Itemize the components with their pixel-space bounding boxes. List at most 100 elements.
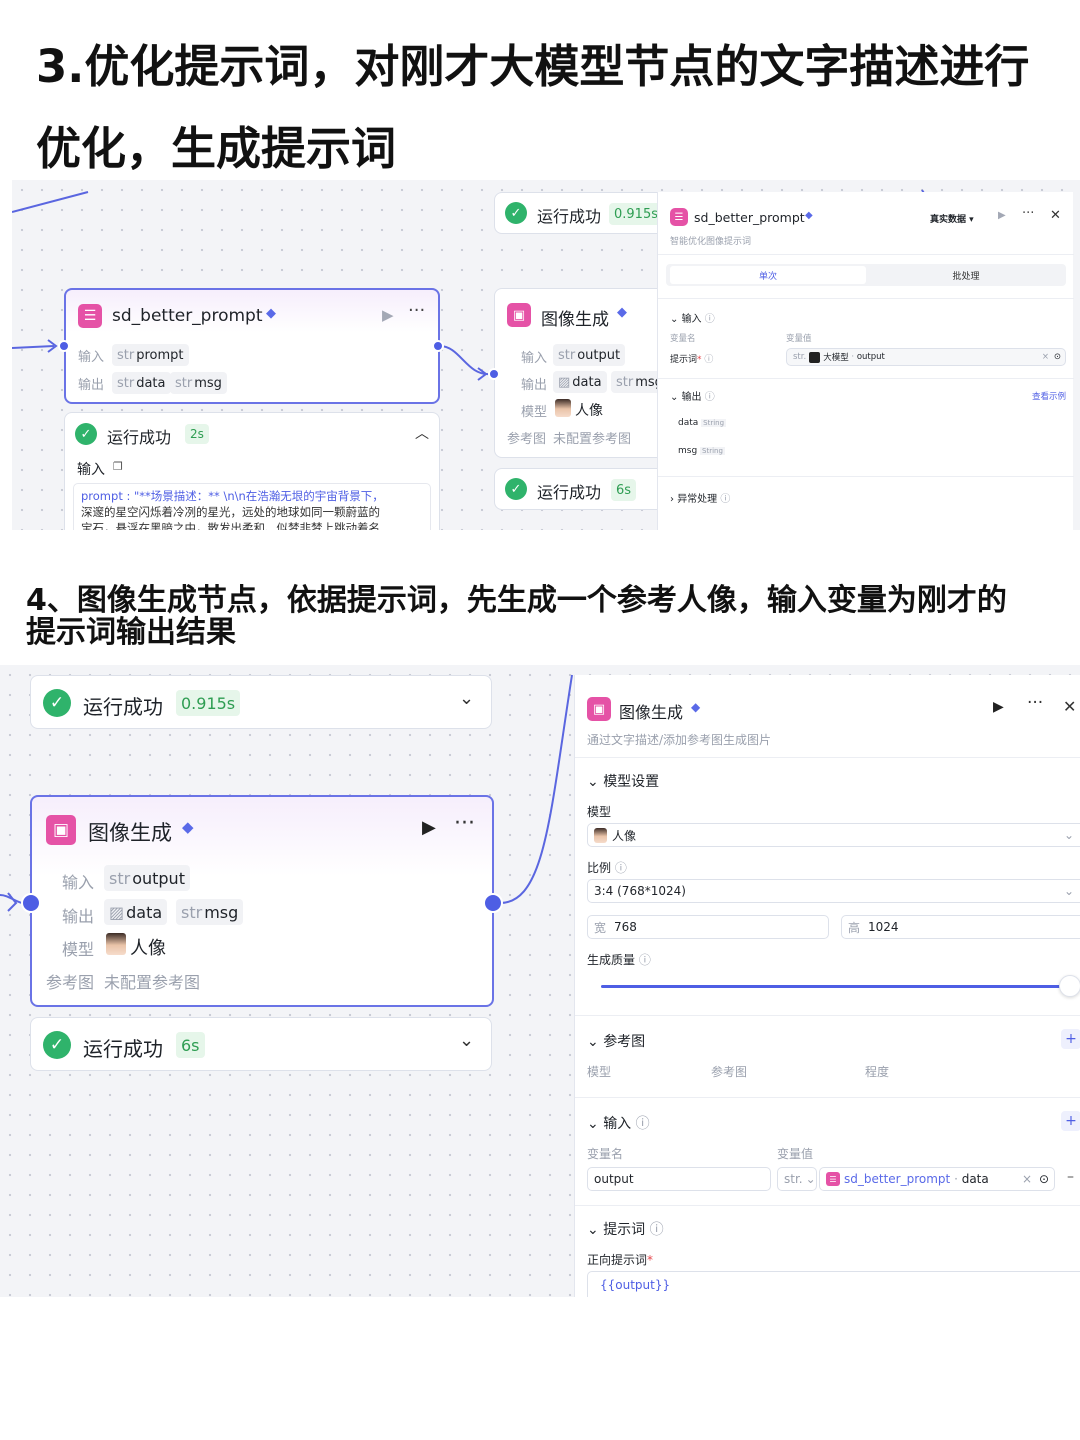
- divider: [575, 1015, 1080, 1016]
- prompt-text-line: 深邃的星空闪烁着冷冽的星光，远处的地球如同一颗蔚蓝的: [81, 505, 380, 519]
- run-node-button[interactable]: ▶: [382, 306, 394, 324]
- close-icon[interactable]: ✕: [1063, 697, 1076, 716]
- reference-label: 参考图: [507, 432, 547, 447]
- run-node-button[interactable]: ▶: [422, 817, 436, 838]
- prompt-result-box: prompt : "**场景描述：** \n\n在浩瀚无垠的宇宙背景下， 深邃的…: [73, 483, 431, 530]
- reference-section-header[interactable]: ⌄ 参考图: [587, 1031, 645, 1051]
- model-field-label: 模型: [587, 805, 612, 819]
- quality-slider-track[interactable]: [601, 985, 1080, 988]
- tab-batch[interactable]: 批处理: [868, 266, 1064, 284]
- model-avatar: [106, 933, 126, 959]
- run-status-bar[interactable]: ✓ 运行成功 0.915s ⌄: [30, 675, 492, 729]
- more-options-icon[interactable]: ···: [1022, 206, 1034, 221]
- more-options-icon[interactable]: ···: [1027, 693, 1043, 713]
- model-settings-header[interactable]: ⌄ 模型设置: [587, 771, 659, 791]
- input-var-tag: str output: [553, 344, 626, 366]
- verified-gem-icon: ◆: [805, 210, 813, 221]
- input-section-header[interactable]: ⌄ 输入 ⓘ: [587, 1113, 650, 1133]
- prompt-var-label: 提示词* ⓘ: [670, 355, 714, 365]
- expand-chevron-icon[interactable]: ⌄: [459, 1030, 474, 1051]
- input-var-tag: str prompt: [112, 344, 189, 366]
- success-check-icon: ✓: [505, 478, 527, 500]
- target-icon[interactable]: ⊙: [1039, 1172, 1049, 1186]
- reference-value: 未配置参考图: [553, 432, 632, 447]
- image-node-run-result[interactable]: ✓ 运行成功 6s: [494, 468, 674, 510]
- height-input[interactable]: 高 1024: [841, 915, 1080, 939]
- model-select[interactable]: 人像 ⌄: [587, 823, 1080, 847]
- model-avatar: [555, 399, 571, 421]
- more-options-icon[interactable]: ···: [454, 811, 475, 836]
- section3-heading-line1: 3.优化提示词，对刚才大模型节点的文字描述进行: [36, 40, 1030, 93]
- input-label: 输入: [78, 350, 105, 365]
- output-var-tag: ▨ data: [553, 371, 607, 393]
- add-reference-button[interactable]: +: [1061, 1029, 1080, 1049]
- section3-canvas[interactable]: ✓ 运行成功 0.915s ☰ sd_better_prompt ◆ ▶ ···…: [12, 180, 1080, 530]
- run-time-badge: 6s: [611, 479, 637, 501]
- copy-icon[interactable]: ❐: [113, 460, 123, 473]
- tab-single[interactable]: 单次: [670, 266, 866, 284]
- sd-better-prompt-node[interactable]: ☰ sd_better_prompt ◆ ▶ ··· 输入 str prompt …: [64, 288, 440, 404]
- output-port[interactable]: [432, 340, 444, 352]
- quality-slider-handle[interactable]: [1059, 975, 1080, 997]
- verified-gem-icon: ◆: [617, 305, 627, 320]
- remove-var-icon[interactable]: –: [1067, 1169, 1074, 1185]
- output-section-header[interactable]: ⌄ 输出 ⓘ: [670, 388, 715, 403]
- output-label: 输出: [78, 378, 105, 393]
- input-port[interactable]: [58, 340, 70, 352]
- node-title: 图像生成: [88, 821, 172, 845]
- output-var-tag: str data: [112, 372, 171, 394]
- target-icon[interactable]: ⊙: [1054, 352, 1061, 362]
- image-node-icon: ▣: [587, 697, 611, 721]
- run-time-badge: 0.915s: [176, 690, 241, 716]
- chevron-down-icon: ⌄: [1063, 884, 1074, 898]
- var-type-select[interactable]: str. ⌄: [777, 1167, 817, 1191]
- input-port[interactable]: [21, 893, 41, 913]
- node-settings-panel: ▣ 图像生成 ◆ ▶ ··· ✕ 通过文字描述/添加参考图生成图片 ⌄ 模型设置…: [574, 675, 1080, 1297]
- var-name-input[interactable]: output: [587, 1167, 771, 1191]
- prompt-var-value[interactable]: str. 大模型 · output × ⊙: [786, 348, 1066, 366]
- input-section-header[interactable]: ⌄ 输入 ⓘ: [670, 310, 715, 325]
- expand-chevron-icon[interactable]: ⌄: [459, 688, 474, 709]
- model-label: 模型: [521, 405, 548, 420]
- prompt-node-run-result[interactable]: ✓ 运行成功 2s ︿ 输入 ❐ prompt : "**场景描述：** \n\…: [64, 412, 440, 530]
- image-node-icon: ▣: [46, 815, 76, 845]
- ratio-select[interactable]: 3:4 (768*1024) ⌄: [587, 879, 1080, 903]
- success-check-icon: ✓: [43, 1031, 71, 1059]
- var-value-input[interactable]: ☰ sd_better_prompt · data × ⊙: [819, 1167, 1055, 1191]
- more-options-icon[interactable]: ···: [408, 300, 425, 321]
- reference-value: 未配置参考图: [104, 973, 201, 992]
- section3-heading-line2: 优化，生成提示词: [36, 122, 397, 175]
- data-mode-dropdown[interactable]: 真实数据 ▾: [930, 212, 974, 225]
- output-label: 输出: [62, 907, 95, 926]
- clear-icon[interactable]: ×: [1042, 352, 1049, 362]
- model-value: 人像: [575, 403, 603, 419]
- prompt-node-icon: ☰: [826, 1172, 840, 1186]
- input-port[interactable]: [488, 368, 500, 380]
- divider: [575, 1205, 1080, 1206]
- width-input[interactable]: 宽 768: [587, 915, 829, 939]
- col-var-name: 变量名: [587, 1147, 624, 1161]
- image-node-run-result[interactable]: ✓ 运行成功 6s ⌄: [30, 1017, 492, 1071]
- chevron-down-icon: ⌄: [1063, 828, 1074, 842]
- image-gen-node[interactable]: ▣ 图像生成 ◆ 输入 str output 输出 ▨ data str msg 模型…: [494, 288, 674, 458]
- result-input-label: 输入: [77, 462, 105, 478]
- run-node-button[interactable]: ▶: [998, 210, 1006, 221]
- add-input-button[interactable]: +: [1061, 1111, 1080, 1131]
- close-icon[interactable]: ✕: [1050, 208, 1061, 223]
- section4-heading-line2: 提示词输出结果: [26, 615, 236, 650]
- positive-prompt-editor[interactable]: {{output}}: [587, 1271, 1080, 1297]
- collapse-chevron-icon[interactable]: ︿: [415, 423, 429, 443]
- input-label: 输入: [521, 351, 548, 366]
- section4-canvas[interactable]: ✓ 运行成功 0.915s ⌄ ▣ 图像生成 ◆ ▶ ··· 输入 str out…: [0, 665, 1080, 1297]
- clear-icon[interactable]: ×: [1022, 1172, 1032, 1186]
- output-item: data String: [678, 418, 727, 428]
- run-node-button[interactable]: ▶: [993, 699, 1004, 715]
- image-icon: ▨: [558, 374, 571, 390]
- image-gen-node[interactable]: ▣ 图像生成 ◆ ▶ ··· 输入 str output 输出 ▨ data str…: [30, 795, 494, 1007]
- view-example-link[interactable]: 查看示例: [1032, 390, 1066, 402]
- model-value: 人像: [130, 938, 166, 959]
- verified-gem-icon: ◆: [266, 306, 276, 321]
- exception-section-header[interactable]: › 异常处理 ⓘ: [670, 490, 730, 505]
- prompt-section-header[interactable]: ⌄ 提示词 ⓘ: [587, 1219, 664, 1239]
- output-port[interactable]: [483, 893, 503, 913]
